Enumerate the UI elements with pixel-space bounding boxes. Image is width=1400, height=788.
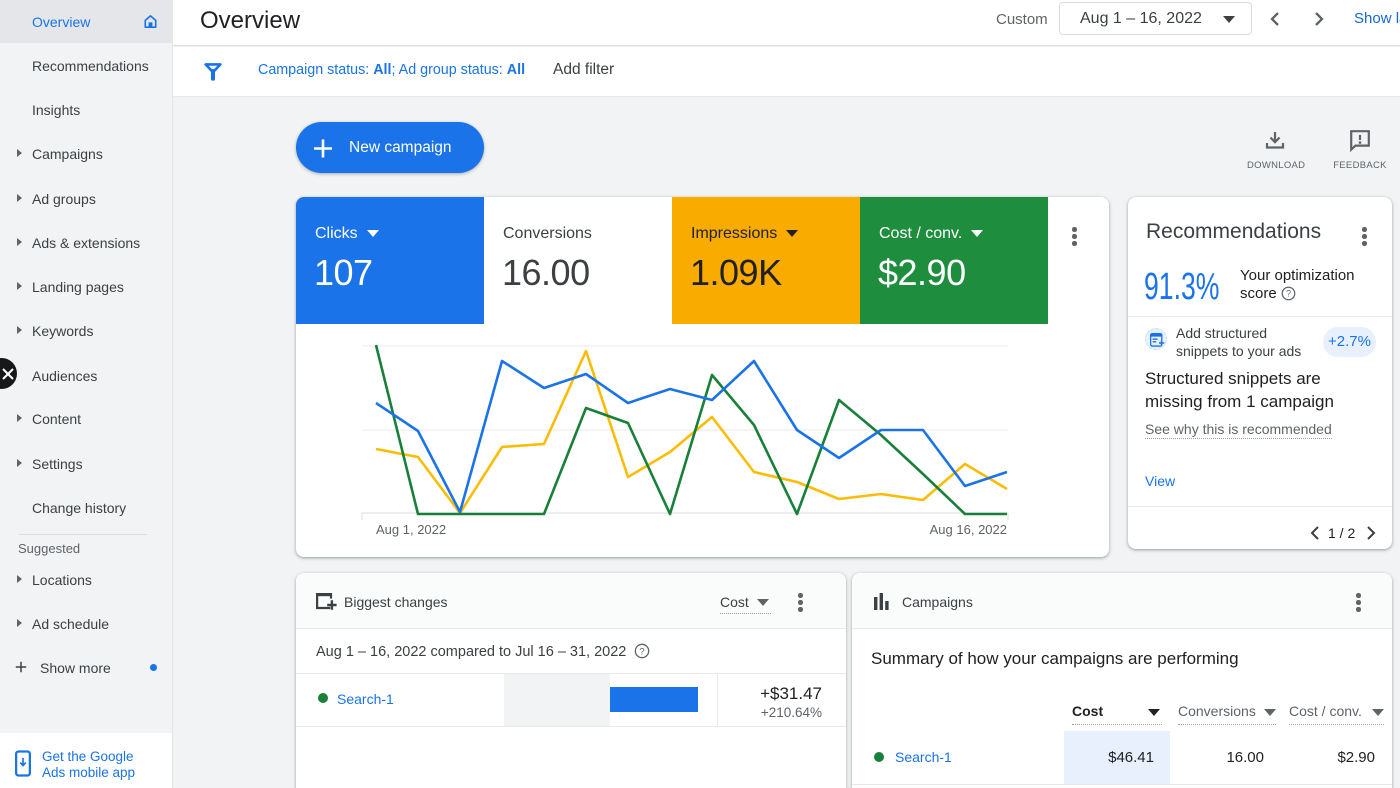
svg-text:Aug 1, 2022: Aug 1, 2022: [376, 522, 446, 537]
svg-text:?: ?: [1286, 289, 1291, 299]
svg-text:Aug 16, 2022: Aug 16, 2022: [930, 522, 1007, 537]
svg-text:?: ?: [640, 646, 645, 656]
